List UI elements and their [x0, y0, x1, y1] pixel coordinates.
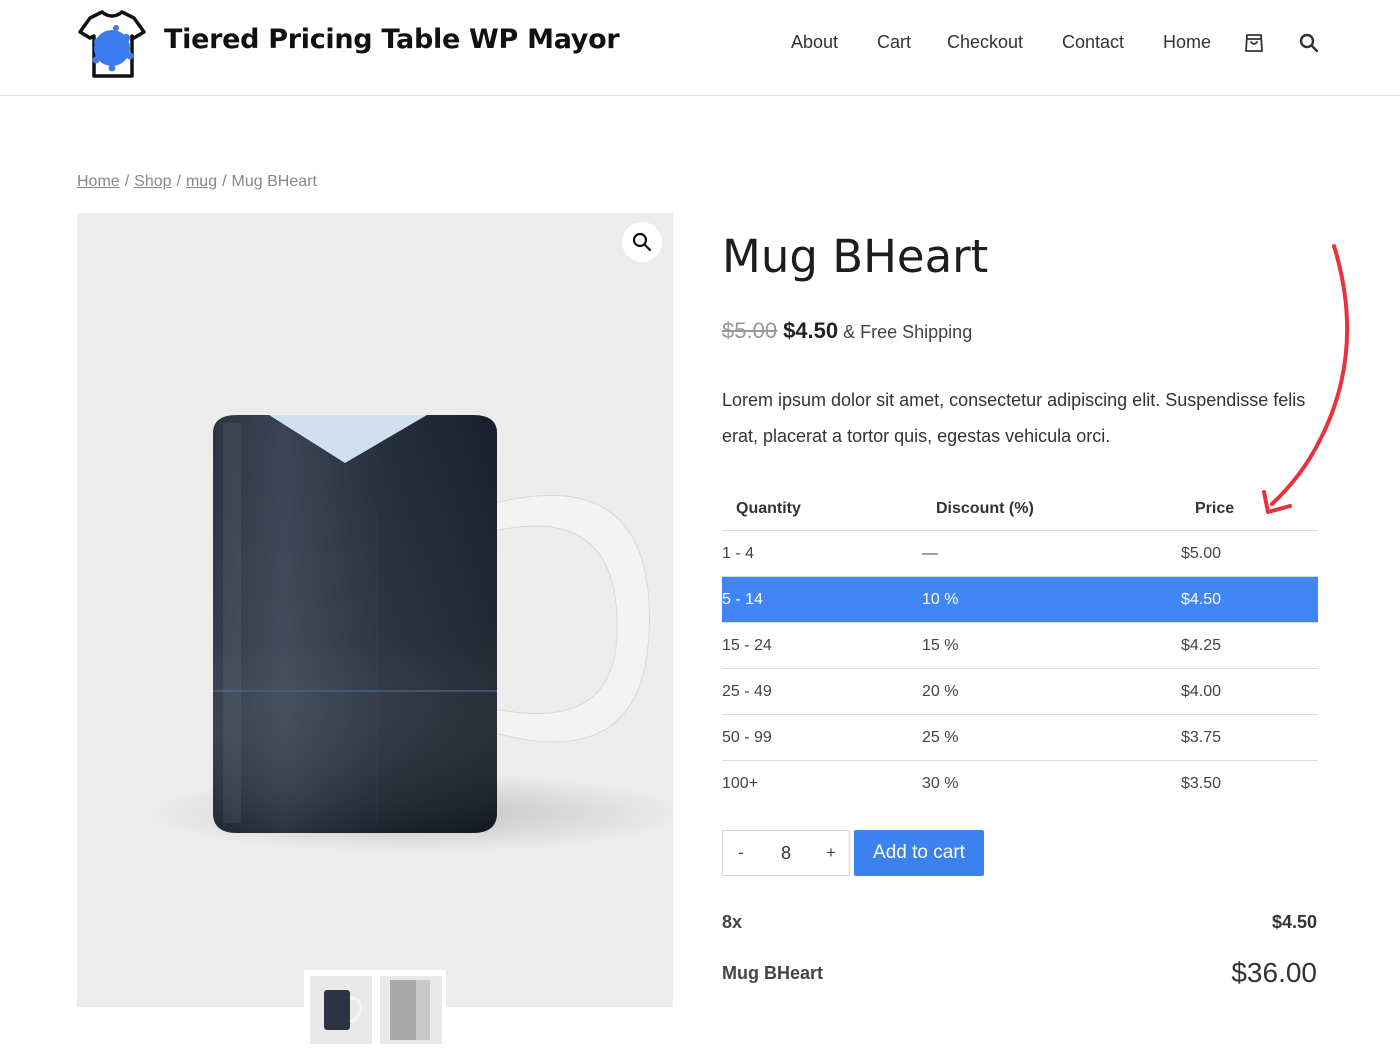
table-row[interactable]: 25 - 49 20 % $4.00 [722, 669, 1318, 715]
row-quantity: 5 - 14 [722, 591, 763, 608]
row-discount: 15 % [922, 637, 959, 654]
row-discount: 25 % [922, 729, 959, 746]
site-logo[interactable] [76, 8, 148, 80]
row-price: $4.50 [1181, 591, 1222, 608]
gallery-thumbnails [304, 970, 446, 1046]
quantity-plus-button[interactable]: + [813, 831, 849, 875]
thumbnail-1[interactable] [310, 976, 372, 1044]
nav-about[interactable]: About [791, 32, 838, 53]
zoom-button[interactable] [622, 222, 662, 262]
breadcrumb-separator: / [222, 173, 227, 190]
breadcrumb-shop[interactable]: Shop [134, 173, 171, 190]
table-row-active[interactable]: 5 - 14 10 % $4.50 [722, 577, 1318, 623]
nav-contact[interactable]: Contact [1062, 32, 1124, 53]
table-row[interactable]: 50 - 99 25 % $3.75 [722, 715, 1318, 761]
breadcrumb-separator: / [176, 173, 181, 190]
row-discount: — [922, 545, 938, 562]
row-quantity: 25 - 49 [722, 683, 772, 700]
cart-icon[interactable] [1242, 31, 1266, 55]
nav-cart[interactable]: Cart [877, 32, 911, 53]
nav-home[interactable]: Home [1163, 32, 1211, 53]
price-regular: $5.00 [722, 318, 778, 343]
row-price: $4.00 [1181, 683, 1222, 700]
breadcrumb-separator: / [124, 173, 130, 190]
row-quantity: 100+ [722, 775, 759, 792]
product-description: Lorem ipsum dolor sit amet, consectetur … [722, 390, 1306, 446]
table-row[interactable]: 100+ 30 % $3.50 [722, 761, 1318, 807]
row-discount: 10 % [922, 591, 959, 608]
row-price: $4.25 [1181, 637, 1222, 654]
quantity-input[interactable]: 8 [759, 831, 813, 875]
site-title[interactable]: Tiered Pricing Table WP Mayor [164, 24, 620, 55]
row-discount: 30 % [922, 775, 959, 792]
search-icon[interactable] [1297, 31, 1321, 55]
nav-checkout[interactable]: Checkout [947, 32, 1023, 53]
table-row[interactable]: 1 - 4 — $5.00 [722, 531, 1318, 577]
summary-unit-price: $4.50 [1271, 912, 1317, 932]
row-price: $3.75 [1181, 729, 1222, 746]
row-quantity: 50 - 99 [722, 729, 772, 746]
summary-total: $36.00 [1231, 957, 1317, 988]
quantity-minus-button[interactable]: - [723, 831, 759, 875]
mug-image [147, 415, 673, 853]
header-quantity: Quantity [736, 500, 801, 517]
site-header: Tiered Pricing Table WP Mayor About Cart… [0, 0, 1400, 96]
product-title: Mug BHeart [722, 230, 989, 283]
product-price: $5.00 $4.50 & Free Shipping [722, 318, 972, 344]
breadcrumb-home[interactable]: Home [77, 173, 120, 190]
row-price: $5.00 [1181, 545, 1222, 562]
row-discount: 20 % [922, 683, 959, 700]
table-row[interactable]: 15 - 24 15 % $4.25 [722, 623, 1318, 669]
add-to-cart-button[interactable]: Add to cart [854, 830, 984, 876]
row-quantity: 15 - 24 [722, 637, 772, 654]
quantity-stepper: - 8 + [722, 830, 850, 876]
tiered-pricing-table: Quantity Discount (%) Price 1 - 4 — $5.0… [722, 486, 1318, 807]
row-price: $3.50 [1181, 775, 1222, 792]
thumbnail-2[interactable] [380, 976, 442, 1044]
row-quantity: 1 - 4 [722, 545, 755, 562]
summary-product-name: Mug BHeart [722, 963, 824, 983]
product-image[interactable] [77, 213, 673, 1007]
annotation-arrow-icon [1262, 244, 1350, 514]
breadcrumb-mug[interactable]: mug [186, 173, 217, 190]
header-discount: Discount (%) [936, 500, 1034, 517]
price-sale: $4.50 [783, 318, 839, 343]
breadcrumb: Home / Shop / mug / Mug BHeart [77, 173, 317, 191]
price-suffix: & Free Shipping [843, 322, 973, 342]
table-header: Quantity Discount (%) Price [722, 486, 1318, 531]
summary-quantity: 8x [722, 912, 743, 932]
magnify-icon [632, 232, 652, 252]
header-price: Price [1195, 500, 1235, 517]
breadcrumb-current: Mug BHeart [231, 173, 317, 190]
